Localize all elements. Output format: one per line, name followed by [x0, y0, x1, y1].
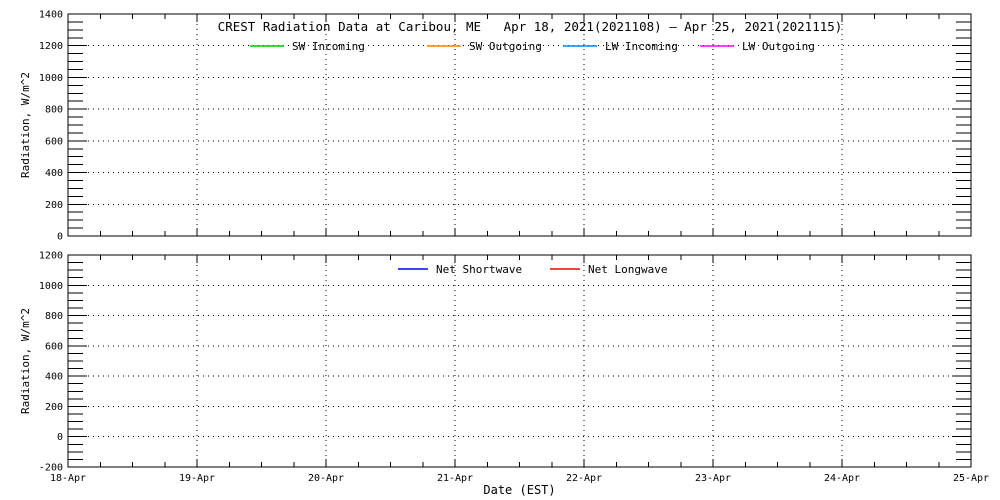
y-axis-title-top: Radiation, W/m^2	[19, 58, 33, 192]
y-tick-label: 0	[57, 232, 63, 243]
panel-frame	[68, 255, 971, 467]
radiation-figure: 0200400600800100012001400SW IncomingSW O…	[0, 0, 1000, 500]
legend-label: LW Outgoing	[742, 40, 815, 53]
legend-label: SW Incoming	[292, 40, 365, 53]
x-axis-title: Date (EST)	[68, 483, 971, 497]
y-tick-label: -200	[39, 463, 63, 474]
plot-canvas: 0200400600800100012001400SW IncomingSW O…	[0, 0, 1000, 500]
y-tick-label: 200	[45, 402, 63, 413]
legend-label: LW Incoming	[605, 40, 678, 53]
y-tick-label: 800	[45, 311, 63, 322]
y-tick-label: 400	[45, 168, 63, 179]
y-tick-label: 1200	[39, 41, 63, 52]
legend-label: SW Outgoing	[469, 40, 542, 53]
y-tick-label: 1000	[39, 281, 63, 292]
y-tick-label: 400	[45, 372, 63, 383]
y-tick-label: 0	[57, 432, 63, 443]
y-tick-label: 600	[45, 136, 63, 147]
legend-label: Net Longwave	[588, 263, 667, 276]
y-axis-title-bottom: Radiation, W/m^2	[19, 294, 33, 428]
y-tick-label: 800	[45, 105, 63, 116]
y-tick-label: 600	[45, 341, 63, 352]
legend-label: Net Shortwave	[436, 263, 522, 276]
y-tick-label: 200	[45, 200, 63, 211]
chart-title: CREST Radiation Data at Caribou, ME Apr …	[30, 19, 1000, 34]
radiation-components-panel: 0200400600800100012001400SW IncomingSW O…	[39, 10, 971, 243]
y-tick-label: 1200	[39, 251, 63, 262]
net-radiation-panel: -200 0 200 400 600 800 1000 1200 Net Shortwave Ne…	[39, 251, 971, 474]
y-tick-label: 1000	[39, 73, 63, 84]
